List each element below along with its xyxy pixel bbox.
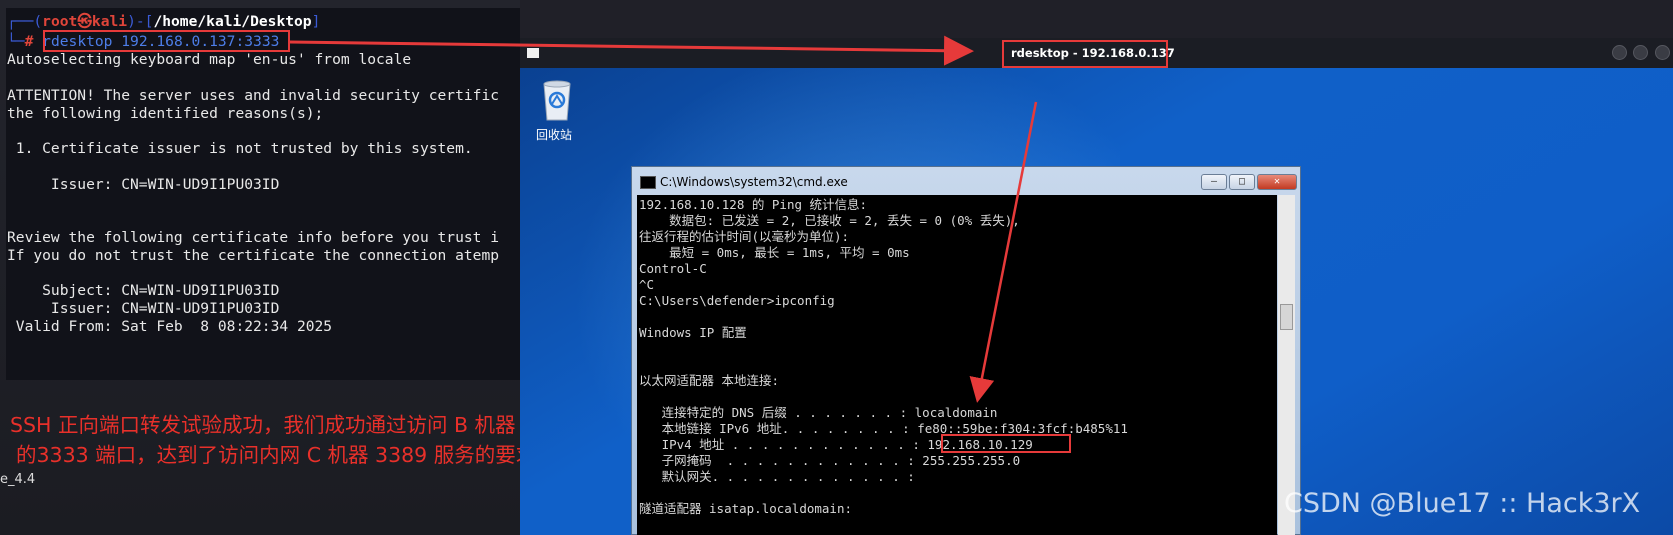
annotation-arrows [289, 35, 1038, 403]
watermark: CSDN @Blue17 :: Hack3rX [1284, 488, 1641, 519]
arrow-title-to-ip [969, 101, 1038, 403]
arrow-command-to-title [289, 35, 974, 66]
